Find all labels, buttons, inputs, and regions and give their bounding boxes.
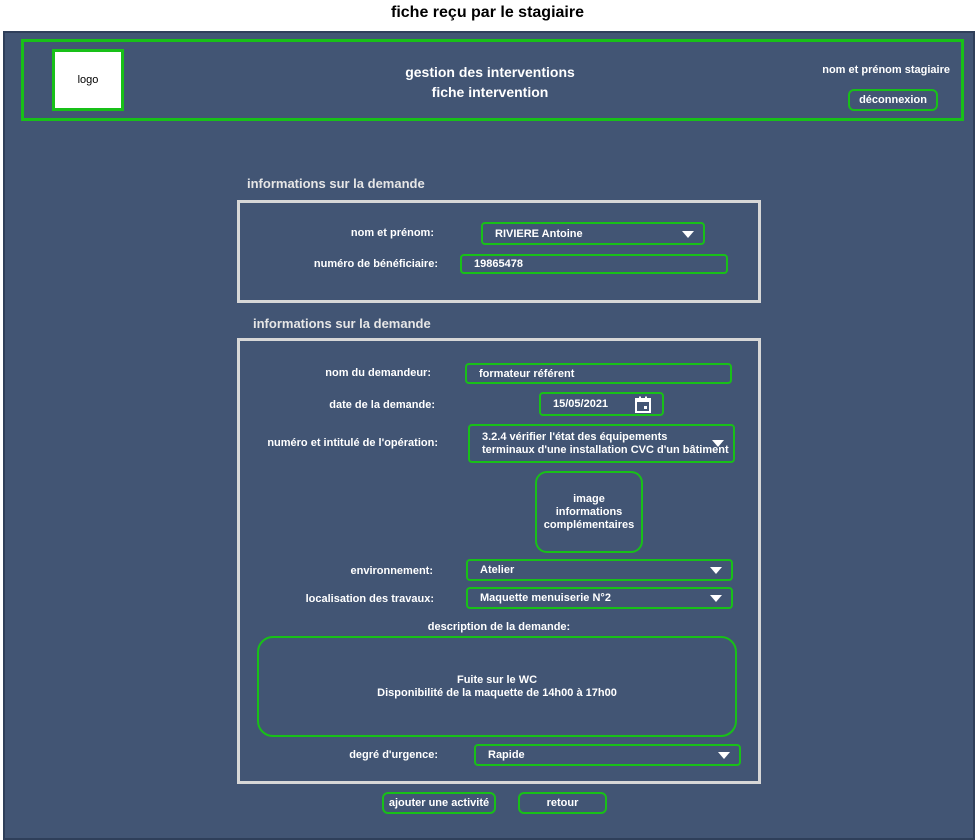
name-select-value: RIVIERE Antoine bbox=[495, 227, 583, 240]
location-select[interactable]: Maquette menuiserie N°2 bbox=[466, 587, 733, 609]
urgency-label: degré d'urgence: bbox=[349, 749, 438, 761]
environment-label: environnement: bbox=[350, 565, 433, 577]
operation-value-line1: 3.2.4 vérifier l'état des équipements bbox=[482, 430, 668, 443]
location-value: Maquette menuiserie N°2 bbox=[480, 592, 611, 604]
user-name: nom et prénom stagiaire bbox=[822, 64, 950, 76]
chevron-down-icon bbox=[682, 230, 694, 238]
description-line2: Disponibilité de la maquette de 14h00 à … bbox=[377, 686, 617, 699]
operation-select[interactable]: 3.2.4 vérifier l'état des équipements te… bbox=[468, 424, 735, 463]
operation-label: numéro et intitulé de l'opération: bbox=[267, 437, 438, 449]
logo: logo bbox=[52, 49, 124, 111]
chevron-down-icon bbox=[712, 439, 724, 447]
page-title: fiche reçu par le stagiaire bbox=[391, 4, 584, 21]
app-title-line1: gestion des interventions bbox=[405, 64, 575, 80]
section1-title: informations sur la demande bbox=[247, 176, 425, 191]
urgency-select[interactable]: Rapide bbox=[474, 744, 741, 766]
date-label: date de la demande: bbox=[329, 399, 435, 411]
description-label: description de la demande: bbox=[427, 621, 571, 633]
image-line3: complémentaires bbox=[543, 518, 635, 531]
section1-panel bbox=[237, 200, 761, 303]
additional-info-image[interactable]: image informations complémentaires bbox=[535, 471, 643, 553]
calendar-icon[interactable] bbox=[634, 396, 652, 414]
image-line2: informations bbox=[555, 505, 623, 518]
name-label: nom et prénom: bbox=[350, 227, 434, 239]
app-title-line2: fiche intervention bbox=[431, 84, 549, 100]
requester-value: formateur référent bbox=[479, 367, 575, 380]
name-select[interactable]: RIVIERE Antoine bbox=[481, 222, 705, 245]
beneficiary-value: 19865478 bbox=[474, 258, 523, 270]
requester-field[interactable]: formateur référent bbox=[465, 363, 732, 384]
environment-value: Atelier bbox=[480, 564, 515, 576]
add-activity-button[interactable]: ajouter une activité bbox=[382, 792, 496, 814]
chevron-down-icon bbox=[718, 752, 730, 759]
back-button[interactable]: retour bbox=[518, 792, 607, 814]
beneficiary-field[interactable]: 19865478 bbox=[460, 254, 728, 274]
urgency-value: Rapide bbox=[488, 749, 525, 761]
image-line1: image bbox=[573, 492, 605, 505]
logout-button[interactable]: déconnexion bbox=[848, 89, 938, 111]
beneficiary-label: numéro de bénéficiaire: bbox=[313, 258, 438, 270]
location-label: localisation des travaux: bbox=[305, 593, 434, 605]
app-title: gestion des interventions fiche interven… bbox=[330, 62, 650, 102]
section2-title: informations sur la demande bbox=[253, 316, 431, 331]
chevron-down-icon bbox=[710, 595, 722, 602]
operation-value-line2: terminaux d'une installation CVC d'un bâ… bbox=[482, 443, 729, 456]
operation-value: 3.2.4 vérifier l'état des équipements te… bbox=[482, 431, 729, 457]
description-textarea[interactable]: Fuite sur le WC Disponibilité de la maqu… bbox=[257, 636, 737, 737]
chevron-down-icon bbox=[710, 567, 722, 574]
requester-label: nom du demandeur: bbox=[325, 367, 431, 379]
description-line1: Fuite sur le WC bbox=[456, 673, 538, 686]
environment-select[interactable]: Atelier bbox=[466, 559, 733, 581]
date-value: 15/05/2021 bbox=[553, 398, 609, 410]
date-field[interactable]: 15/05/2021 bbox=[539, 392, 664, 416]
